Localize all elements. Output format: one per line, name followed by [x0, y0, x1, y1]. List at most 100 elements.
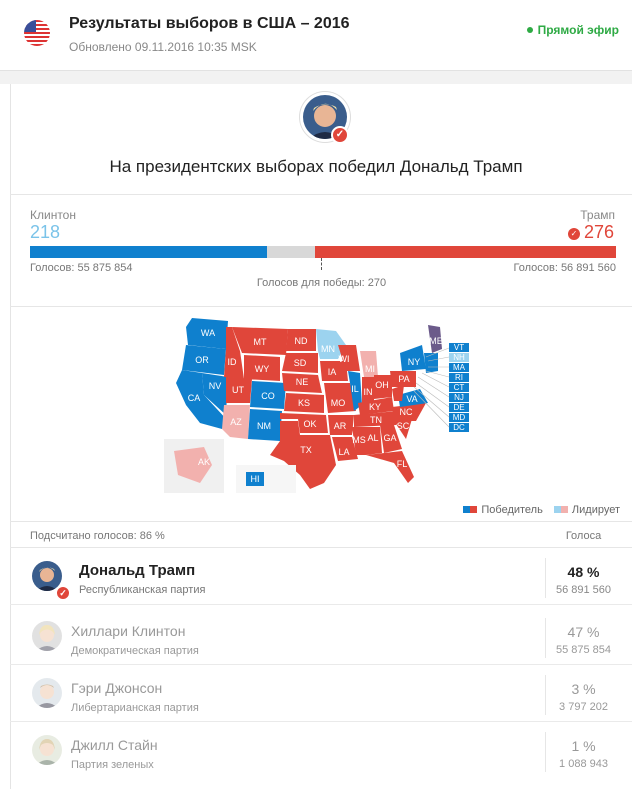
state-label-TX: TX [300, 445, 312, 455]
state-label-CT: CT [454, 383, 465, 392]
state-label-MT: MT [254, 337, 267, 347]
candidate-name: Дональд Трамп [79, 562, 196, 579]
legend-blue-swatch [463, 506, 471, 513]
state-label-SD: SD [294, 358, 307, 368]
state-WV[interactable] [392, 385, 404, 401]
legend-red-swatch [470, 506, 478, 513]
state-label-MN: MN [321, 344, 335, 354]
clinton-label: Клинтон [30, 208, 76, 222]
state-label-KS: KS [298, 398, 310, 408]
trump-bar [315, 246, 616, 258]
map-legend: Победитель Лидирует [463, 504, 620, 516]
candidate-avatar [32, 621, 62, 651]
state-label-DE: DE [453, 403, 464, 412]
state-label-CO: CO [261, 391, 275, 401]
candidate-name: Хиллари Клинтон [71, 623, 186, 639]
clinton-votes: Голосов: 55 875 854 [30, 262, 133, 274]
legend-lightblue-swatch [553, 506, 561, 513]
legend-leading: Лидирует [571, 504, 620, 516]
state-label-NY: NY [408, 357, 421, 367]
state-label-WY: WY [255, 364, 270, 374]
winner-headline: На президентских выборах победил Дональд… [109, 157, 523, 176]
undecided-bar [267, 246, 315, 258]
state-label-OR: OR [195, 355, 209, 365]
state-label-VT: VT [454, 343, 464, 352]
votes-column-header: Голоса [565, 530, 602, 542]
state-label-NJ: NJ [454, 393, 464, 402]
trump-check-icon: ✓ [567, 228, 580, 240]
state-label-AK: AK [198, 457, 210, 467]
candidate-party: Республиканская партия [79, 584, 206, 596]
state-label-WA: WA [201, 328, 215, 338]
state-label-NC: NC [400, 407, 413, 417]
trump-electoral-value: 276 [583, 222, 614, 242]
live-dot-icon [526, 27, 533, 33]
winner-check-icon: ✓ [331, 126, 349, 144]
candidate-name: Джилл Стайн [71, 737, 158, 753]
state-label-AR: AR [334, 421, 347, 431]
state-label-IL: IL [351, 384, 359, 394]
state-NE-small [424, 353, 438, 373]
candidate-avatar [32, 678, 62, 708]
state-label-NM: NM [257, 421, 271, 431]
header-shadow [0, 71, 632, 84]
state-label-OH: OH [375, 380, 389, 390]
state-label-FL: FL [397, 459, 408, 469]
state-label-TN: TN [370, 415, 382, 425]
page-title: Результаты выборов в США – 2016 [69, 15, 350, 32]
state-label-MO: MO [331, 398, 346, 408]
state-label-NH: NH [453, 353, 465, 362]
candidate-pct: 48 % [567, 564, 600, 580]
divider [10, 306, 632, 307]
winner-check-icon: ✓ [55, 585, 71, 601]
state-label-VA: VA [406, 394, 417, 404]
state-label-MA: MA [453, 363, 466, 372]
clinton-electoral: 218 [30, 222, 61, 242]
candidate-pct: 3 % [571, 681, 596, 697]
state-label-CA: CA [188, 393, 201, 403]
counted-label: Подсчитано голосов: 86 % [30, 530, 165, 542]
candidate-party: Демократическая партия [71, 645, 199, 657]
legend-lightred-swatch [560, 506, 568, 513]
candidate-party: Либертарианская партия [71, 702, 199, 714]
inset-bg [236, 465, 296, 493]
candidate-name: Гэри Джонсон [71, 680, 163, 696]
state-label-AZ: AZ [230, 417, 242, 427]
state-label-MI: MI [365, 364, 375, 374]
us-results-map[interactable]: WA OR CA NV ID MT WY UT AZ CO NM ND SD N… [160, 315, 480, 500]
candidate-votes: 55 875 854 [555, 644, 612, 656]
header: Результаты выборов в США – 2016 Обновлен… [0, 0, 632, 71]
state-label-SC: SC [397, 421, 410, 431]
candidate-avatar [32, 735, 62, 765]
state-label-AL: AL [367, 433, 378, 443]
trump-votes: Голосов: 56 891 560 [513, 262, 616, 274]
state-label-IA: IA [328, 367, 337, 377]
state-label-GA: GA [383, 433, 396, 443]
state-label-ID: ID [228, 357, 238, 367]
candidate-pct: 1 % [571, 738, 596, 754]
candidate-votes: 1 088 943 [559, 758, 608, 770]
divider [10, 194, 632, 195]
candidate-votes: 56 891 560 [555, 584, 612, 596]
state-label-IN: IN [364, 387, 373, 397]
candidate-votes: 3 797 202 [559, 701, 608, 713]
state-label-PA: PA [398, 374, 409, 384]
state-label-DC: DC [453, 423, 465, 432]
state-label-MS: MS [352, 435, 366, 445]
live-link[interactable]: Прямой эфир [526, 23, 619, 37]
us-flag-icon [24, 20, 50, 46]
live-label: Прямой эфир [537, 23, 619, 37]
state-label-WI: WI [339, 354, 350, 364]
legend-winner: Победитель [481, 504, 543, 516]
state-label-LA: LA [338, 447, 349, 457]
updated-timestamp: Обновлено 09.11.2016 10:35 MSK [69, 40, 257, 54]
divider [10, 521, 632, 522]
clinton-bar [30, 246, 267, 258]
votes-to-win: Голосов для победы: 270 [256, 277, 387, 289]
win-threshold-marker [321, 258, 322, 270]
state-label-UT: UT [232, 385, 244, 395]
candidate-pct: 47 % [567, 624, 600, 640]
trump-label: Трамп [580, 208, 615, 222]
state-label-RI: RI [455, 373, 463, 382]
trump-electoral: ✓ 276 [567, 222, 614, 243]
